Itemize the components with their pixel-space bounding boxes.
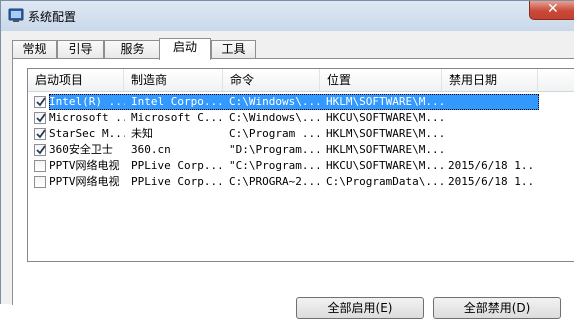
column-header-disabled-date[interactable]: 禁用日期 (442, 69, 538, 91)
app-icon (8, 8, 24, 22)
tab-label: 启动 (172, 40, 197, 54)
enable-checkbox[interactable] (34, 128, 46, 140)
column-header-startup-item[interactable]: 启动项目 (28, 69, 124, 91)
close-button[interactable]: ✕ (529, 1, 574, 20)
table-cell: StarSec M... (49, 127, 125, 140)
enable-checkbox[interactable] (34, 112, 46, 124)
table-cell: HKLM\SOFTWARE\M... (326, 143, 444, 156)
table-row[interactable]: PPTV网络电视 PPLive Corp... C:\PROGRA~2... C:\P… (28, 174, 574, 190)
enable-checkbox[interactable] (34, 144, 46, 156)
table-cell: C:\PROGRA~2... (229, 175, 319, 188)
table-cell (448, 110, 536, 126)
table-cell: HKCU\SOFTWARE\M... (326, 159, 444, 172)
table-cell (448, 126, 536, 142)
table-cell (448, 94, 536, 110)
table-cell: PPTV网络电视 (49, 159, 120, 172)
tab-label: 服务 (120, 42, 145, 56)
column-header-location[interactable]: 位置 (320, 69, 442, 91)
title-bar[interactable]: 系统配置 ✕ (1, 1, 574, 31)
table-row[interactable]: StarSec M... 未知 C:\Program ... HKLM\SOFTWAR… (28, 126, 574, 142)
close-icon: ✕ (547, 1, 559, 17)
table-cell: 2015/6/18 1... (448, 159, 536, 172)
column-header-command[interactable]: 命令 (223, 69, 320, 91)
table-cell: PPTV网络电视 (49, 175, 120, 188)
enable-all-button[interactable]: 全部启用(E) (296, 297, 424, 319)
table-cell: 360.cn (131, 143, 171, 156)
table-cell: HKLM\SOFTWARE\M... (326, 95, 444, 108)
table-cell: HKCU\SOFTWARE\M... (326, 111, 444, 124)
table-cell: "C:\Program... (229, 159, 319, 172)
tab-boot[interactable]: 引导 (57, 40, 104, 59)
enable-checkbox[interactable] (34, 176, 46, 188)
table-cell: 2015/6/18 1... (448, 175, 536, 188)
enable-checkbox[interactable] (34, 160, 46, 172)
table-cell: Microsoft C... (131, 111, 221, 124)
table-cell: C:\Windows\... (229, 95, 319, 108)
disable-all-button[interactable]: 全部禁用(D) (433, 297, 561, 319)
startup-list[interactable]: 启动项目 制造商 命令 位置 禁用日期 Intel(R) ... Intel Co… (27, 68, 574, 262)
table-row[interactable]: Intel(R) ... Intel Corpo... C:\Windows\...… (28, 94, 574, 110)
table-cell: Intel Corpo... (131, 95, 221, 108)
table-cell: PPLive Corp... (131, 175, 221, 188)
tab-general[interactable]: 常规 (12, 40, 57, 59)
tab-label: 工具 (221, 42, 246, 56)
table-cell: C:\Windows\... (229, 111, 319, 124)
table-row[interactable]: PPTV网络电视 PPLive Corp... "C:\Program... HKCU… (28, 158, 574, 174)
checkmark-icon (36, 129, 46, 139)
table-cell (448, 142, 536, 158)
column-header-manufacturer[interactable]: 制造商 (124, 69, 223, 91)
tab-tools[interactable]: 工具 (211, 40, 256, 59)
table-row[interactable]: 360安全卫士 360.cn "D:\Program... HKLM\SOFTWARE… (28, 142, 574, 158)
tab-services[interactable]: 服务 (104, 40, 161, 59)
checkmark-icon (36, 97, 46, 107)
system-config-window: 系统配置 ✕ 常规 引导 服务 启动 工具 启动项目 制造商 命令 位置 禁用日… (0, 0, 574, 319)
table-cell: C:\ProgramData\... (326, 175, 444, 188)
checkmark-icon (36, 113, 46, 123)
table-cell: 360安全卫士 (49, 143, 113, 156)
tab-bar: 常规 引导 服务 启动 工具 (12, 38, 574, 60)
table-cell: 未知 (131, 127, 153, 140)
enable-checkbox[interactable] (34, 96, 46, 108)
table-row[interactable]: Microsoft ... Microsoft C... C:\Windows\..… (28, 110, 574, 126)
tab-label: 引导 (68, 42, 93, 56)
window-title: 系统配置 (28, 10, 77, 24)
table-cell: "D:\Program... (229, 143, 319, 156)
table-cell: PPLive Corp... (131, 159, 221, 172)
table-cell: C:\Program ... (229, 127, 319, 140)
tab-label: 常规 (22, 42, 47, 56)
table-cell: Intel(R) ... (49, 95, 125, 108)
table-cell: Microsoft ... (49, 111, 125, 124)
tab-startup[interactable]: 启动 (159, 38, 211, 60)
checkmark-icon (36, 145, 46, 155)
table-cell: HKLM\SOFTWARE\M... (326, 127, 444, 140)
list-header: 启动项目 制造商 命令 位置 禁用日期 (28, 69, 574, 92)
